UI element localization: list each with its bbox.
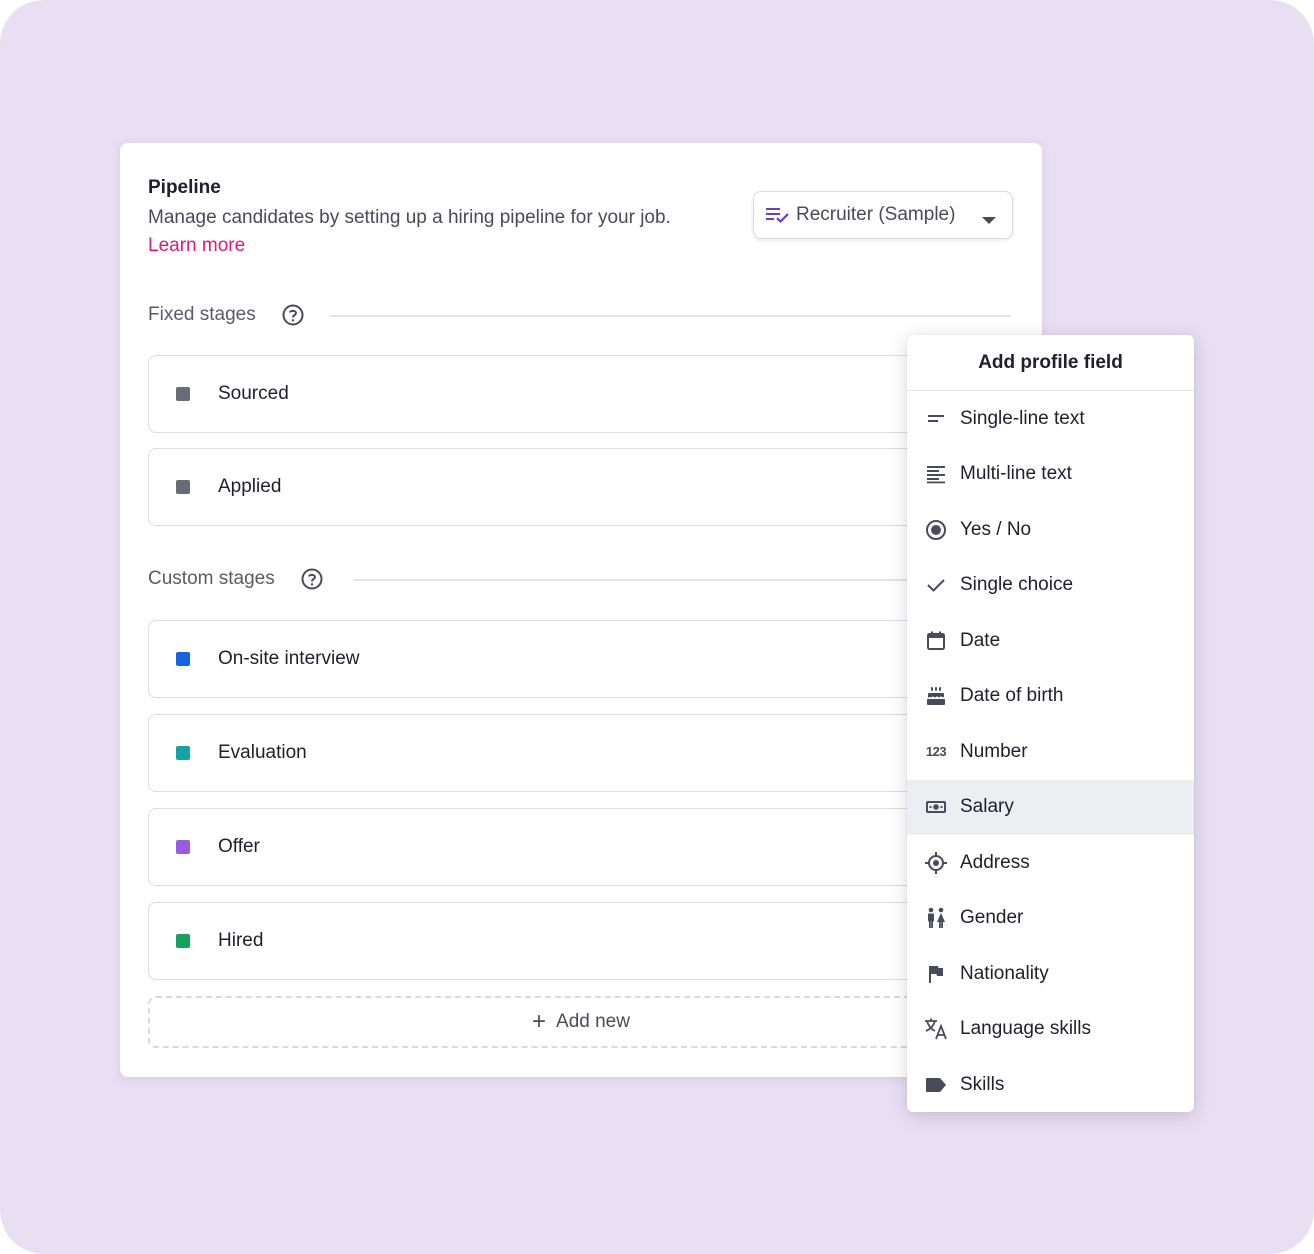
stage-label: Evaluation	[218, 742, 307, 763]
pipeline-template-value: Recruiter (Sample)	[796, 204, 956, 225]
stage-row[interactable]: Applied	[148, 448, 1014, 526]
menu-item-multi-line-text[interactable]: Multi-line text	[907, 447, 1194, 503]
menu-item-label: Single-line text	[960, 407, 1085, 429]
menu-item-gender[interactable]: Gender	[907, 891, 1194, 947]
long-text-icon	[924, 462, 948, 486]
custom-stages-text: Custom stages	[148, 568, 275, 589]
menu-item-label: Date	[960, 629, 1001, 651]
stage-color-swatch	[176, 934, 190, 948]
menu-title: Add profile field	[907, 335, 1194, 391]
add-new-stage-button[interactable]: + Add new	[148, 996, 1014, 1048]
stage-row[interactable]: Sourced	[148, 355, 1014, 433]
pipeline-template-select[interactable]: Recruiter (Sample)	[753, 191, 1013, 239]
learn-more-link[interactable]: Learn more	[148, 235, 245, 257]
custom-stages-label: Custom stages	[148, 568, 323, 590]
caret-down-icon	[982, 212, 996, 230]
short-text-icon	[924, 407, 948, 431]
playlist-check-icon	[766, 203, 790, 227]
stage-label: On-site interview	[218, 648, 360, 669]
pipeline-description: Manage candidates by setting up a hiring…	[148, 207, 671, 228]
stage-label: Offer	[218, 836, 260, 857]
menu-item-language-skills[interactable]: Language skills	[907, 1002, 1194, 1058]
menu-item-yes-no[interactable]: Yes / No	[907, 502, 1194, 558]
number-icon: 123	[925, 744, 947, 760]
menu-item-date-of-birth[interactable]: Date of birth	[907, 669, 1194, 725]
menu-item-salary[interactable]: Salary	[907, 779, 1194, 835]
menu-item-label: Single choice	[960, 574, 1074, 596]
menu-item-label: Salary	[960, 796, 1014, 818]
stage-color-swatch	[176, 480, 190, 494]
cake-icon	[924, 684, 948, 708]
stage-row[interactable]: On-site interview	[148, 620, 1014, 698]
checkmark-icon	[924, 573, 948, 597]
stage-row[interactable]: Hired	[148, 902, 1014, 980]
menu-item-address[interactable]: Address	[907, 835, 1194, 891]
menu-item-label: Nationality	[960, 962, 1049, 984]
flag-icon	[924, 962, 948, 986]
radio-button-icon	[924, 518, 948, 542]
pipeline-card: Pipeline Manage candidates by setting up…	[120, 143, 1042, 1077]
calendar-icon	[924, 629, 948, 653]
add-profile-field-menu: Add profile field Single-line text Multi…	[907, 335, 1194, 1112]
label-tag-icon	[924, 1073, 948, 1097]
menu-item-nationality[interactable]: Nationality	[907, 946, 1194, 1002]
fixed-stages-text: Fixed stages	[148, 304, 256, 325]
money-icon	[924, 795, 948, 819]
stage-color-swatch	[176, 387, 190, 401]
menu-item-label: Language skills	[960, 1018, 1091, 1040]
fixed-stages-label: Fixed stages	[148, 304, 304, 326]
help-icon[interactable]	[301, 568, 323, 590]
menu-item-date[interactable]: Date	[907, 613, 1194, 669]
menu-item-skills[interactable]: Skills	[907, 1057, 1194, 1112]
stage-row[interactable]: Offer	[148, 808, 1014, 886]
menu-item-label: Skills	[960, 1073, 1005, 1095]
menu-item-label: Yes / No	[960, 518, 1032, 540]
menu-item-label: Address	[960, 851, 1030, 873]
menu-item-number[interactable]: 123 Number	[907, 724, 1194, 780]
menu-item-label: Gender	[960, 907, 1024, 929]
pipeline-title: Pipeline	[148, 177, 221, 198]
help-icon[interactable]	[282, 304, 304, 326]
menu-item-label: Multi-line text	[960, 463, 1072, 485]
stage-row[interactable]: Evaluation	[148, 714, 1014, 792]
menu-item-label: Number	[960, 740, 1028, 762]
menu-item-single-choice[interactable]: Single choice	[907, 558, 1194, 614]
stage-color-swatch	[176, 746, 190, 760]
section-divider	[330, 315, 1011, 317]
translate-icon	[924, 1017, 948, 1041]
people-icon	[924, 906, 948, 930]
stage-color-swatch	[176, 840, 190, 854]
stage-label: Hired	[218, 930, 264, 951]
menu-item-single-line-text[interactable]: Single-line text	[907, 391, 1194, 447]
stage-color-swatch	[176, 652, 190, 666]
plus-icon: +	[532, 1008, 547, 1035]
stage-label: Applied	[218, 476, 282, 497]
location-target-icon	[924, 851, 948, 875]
stage-label: Sourced	[218, 383, 289, 404]
add-new-label: Add new	[556, 1011, 630, 1032]
menu-item-label: Date of birth	[960, 685, 1064, 707]
